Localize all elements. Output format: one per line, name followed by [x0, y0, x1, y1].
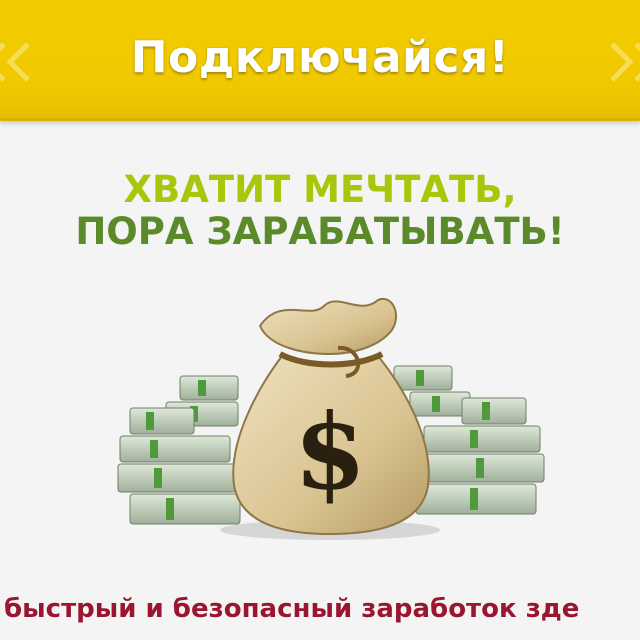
headline-line-1: ХВАТИТ МЕЧТАТЬ,	[123, 168, 517, 211]
banknote-stacks-left	[117, 375, 241, 525]
banner-title: Подключайся!	[130, 32, 510, 83]
headline-line-2: ПОРА ЗАРАБАТЫВАТЬ!	[75, 210, 565, 253]
money-bag-illustration: $	[117, 297, 545, 540]
dollar-symbol: $	[294, 390, 366, 513]
money-bag-icon: $	[220, 297, 440, 540]
top-banner[interactable]: Подключайся!	[0, 0, 640, 121]
chevron-right-icon	[610, 42, 640, 82]
tagline-link[interactable]: быстрый и безопасный заработок зде	[4, 594, 579, 624]
